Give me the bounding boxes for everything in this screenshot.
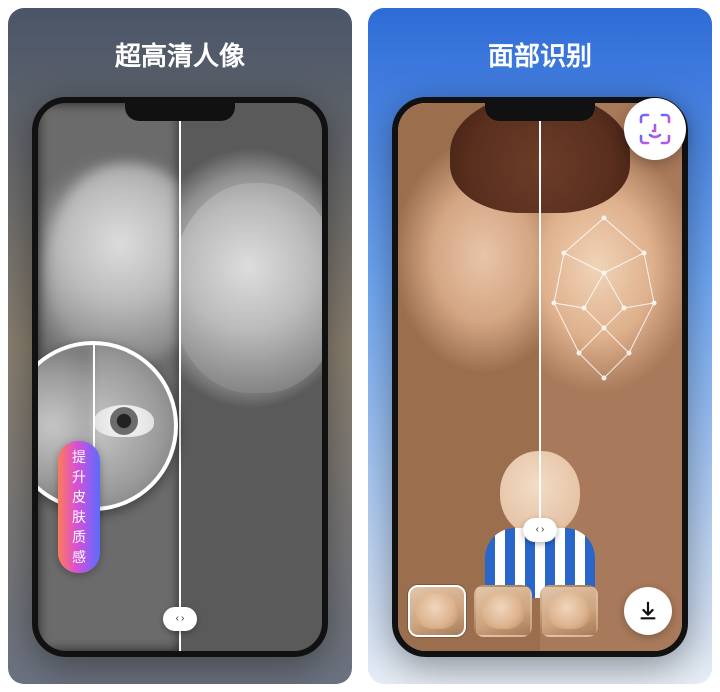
comparison-slider-handle[interactable]: ‹ › (523, 518, 557, 542)
download-icon (637, 600, 659, 622)
panel-title: 超高清人像 (115, 36, 245, 73)
skin-texture-badge: 提升皮肤质感 (58, 441, 100, 573)
download-button[interactable] (624, 587, 672, 635)
eye-detail (94, 405, 154, 437)
panel-title: 面部识别 (488, 36, 592, 73)
face-thumbnail[interactable] (474, 585, 532, 637)
face-thumbnail[interactable] (540, 585, 598, 637)
chevron-right-icon: › (181, 614, 184, 624)
comparison-divider (539, 103, 541, 571)
chevron-left-icon: ‹ (536, 525, 539, 535)
face-thumbnail[interactable] (408, 585, 466, 637)
phone-notch (125, 103, 235, 121)
phone-notch (485, 103, 595, 121)
face-mesh-overlay (544, 213, 664, 383)
chevron-right-icon: › (541, 525, 544, 535)
phone-mockup: ‹ › 提升皮肤质感 (32, 97, 328, 657)
chevron-left-icon: ‹ (176, 614, 179, 624)
feature-panel-hd-portrait: 超高清人像 ‹ › 提升皮肤质感 (8, 8, 352, 684)
after-image-sharp (180, 103, 322, 651)
face-thumbnail-strip (408, 581, 672, 641)
comparison-slider-handle[interactable]: ‹ › (163, 607, 197, 631)
phone-mockup: ‹ › (392, 97, 688, 657)
face-id-icon (624, 98, 686, 160)
feature-panel-face-recognition: 面部识别 (368, 8, 712, 684)
comparison-divider (179, 103, 181, 651)
